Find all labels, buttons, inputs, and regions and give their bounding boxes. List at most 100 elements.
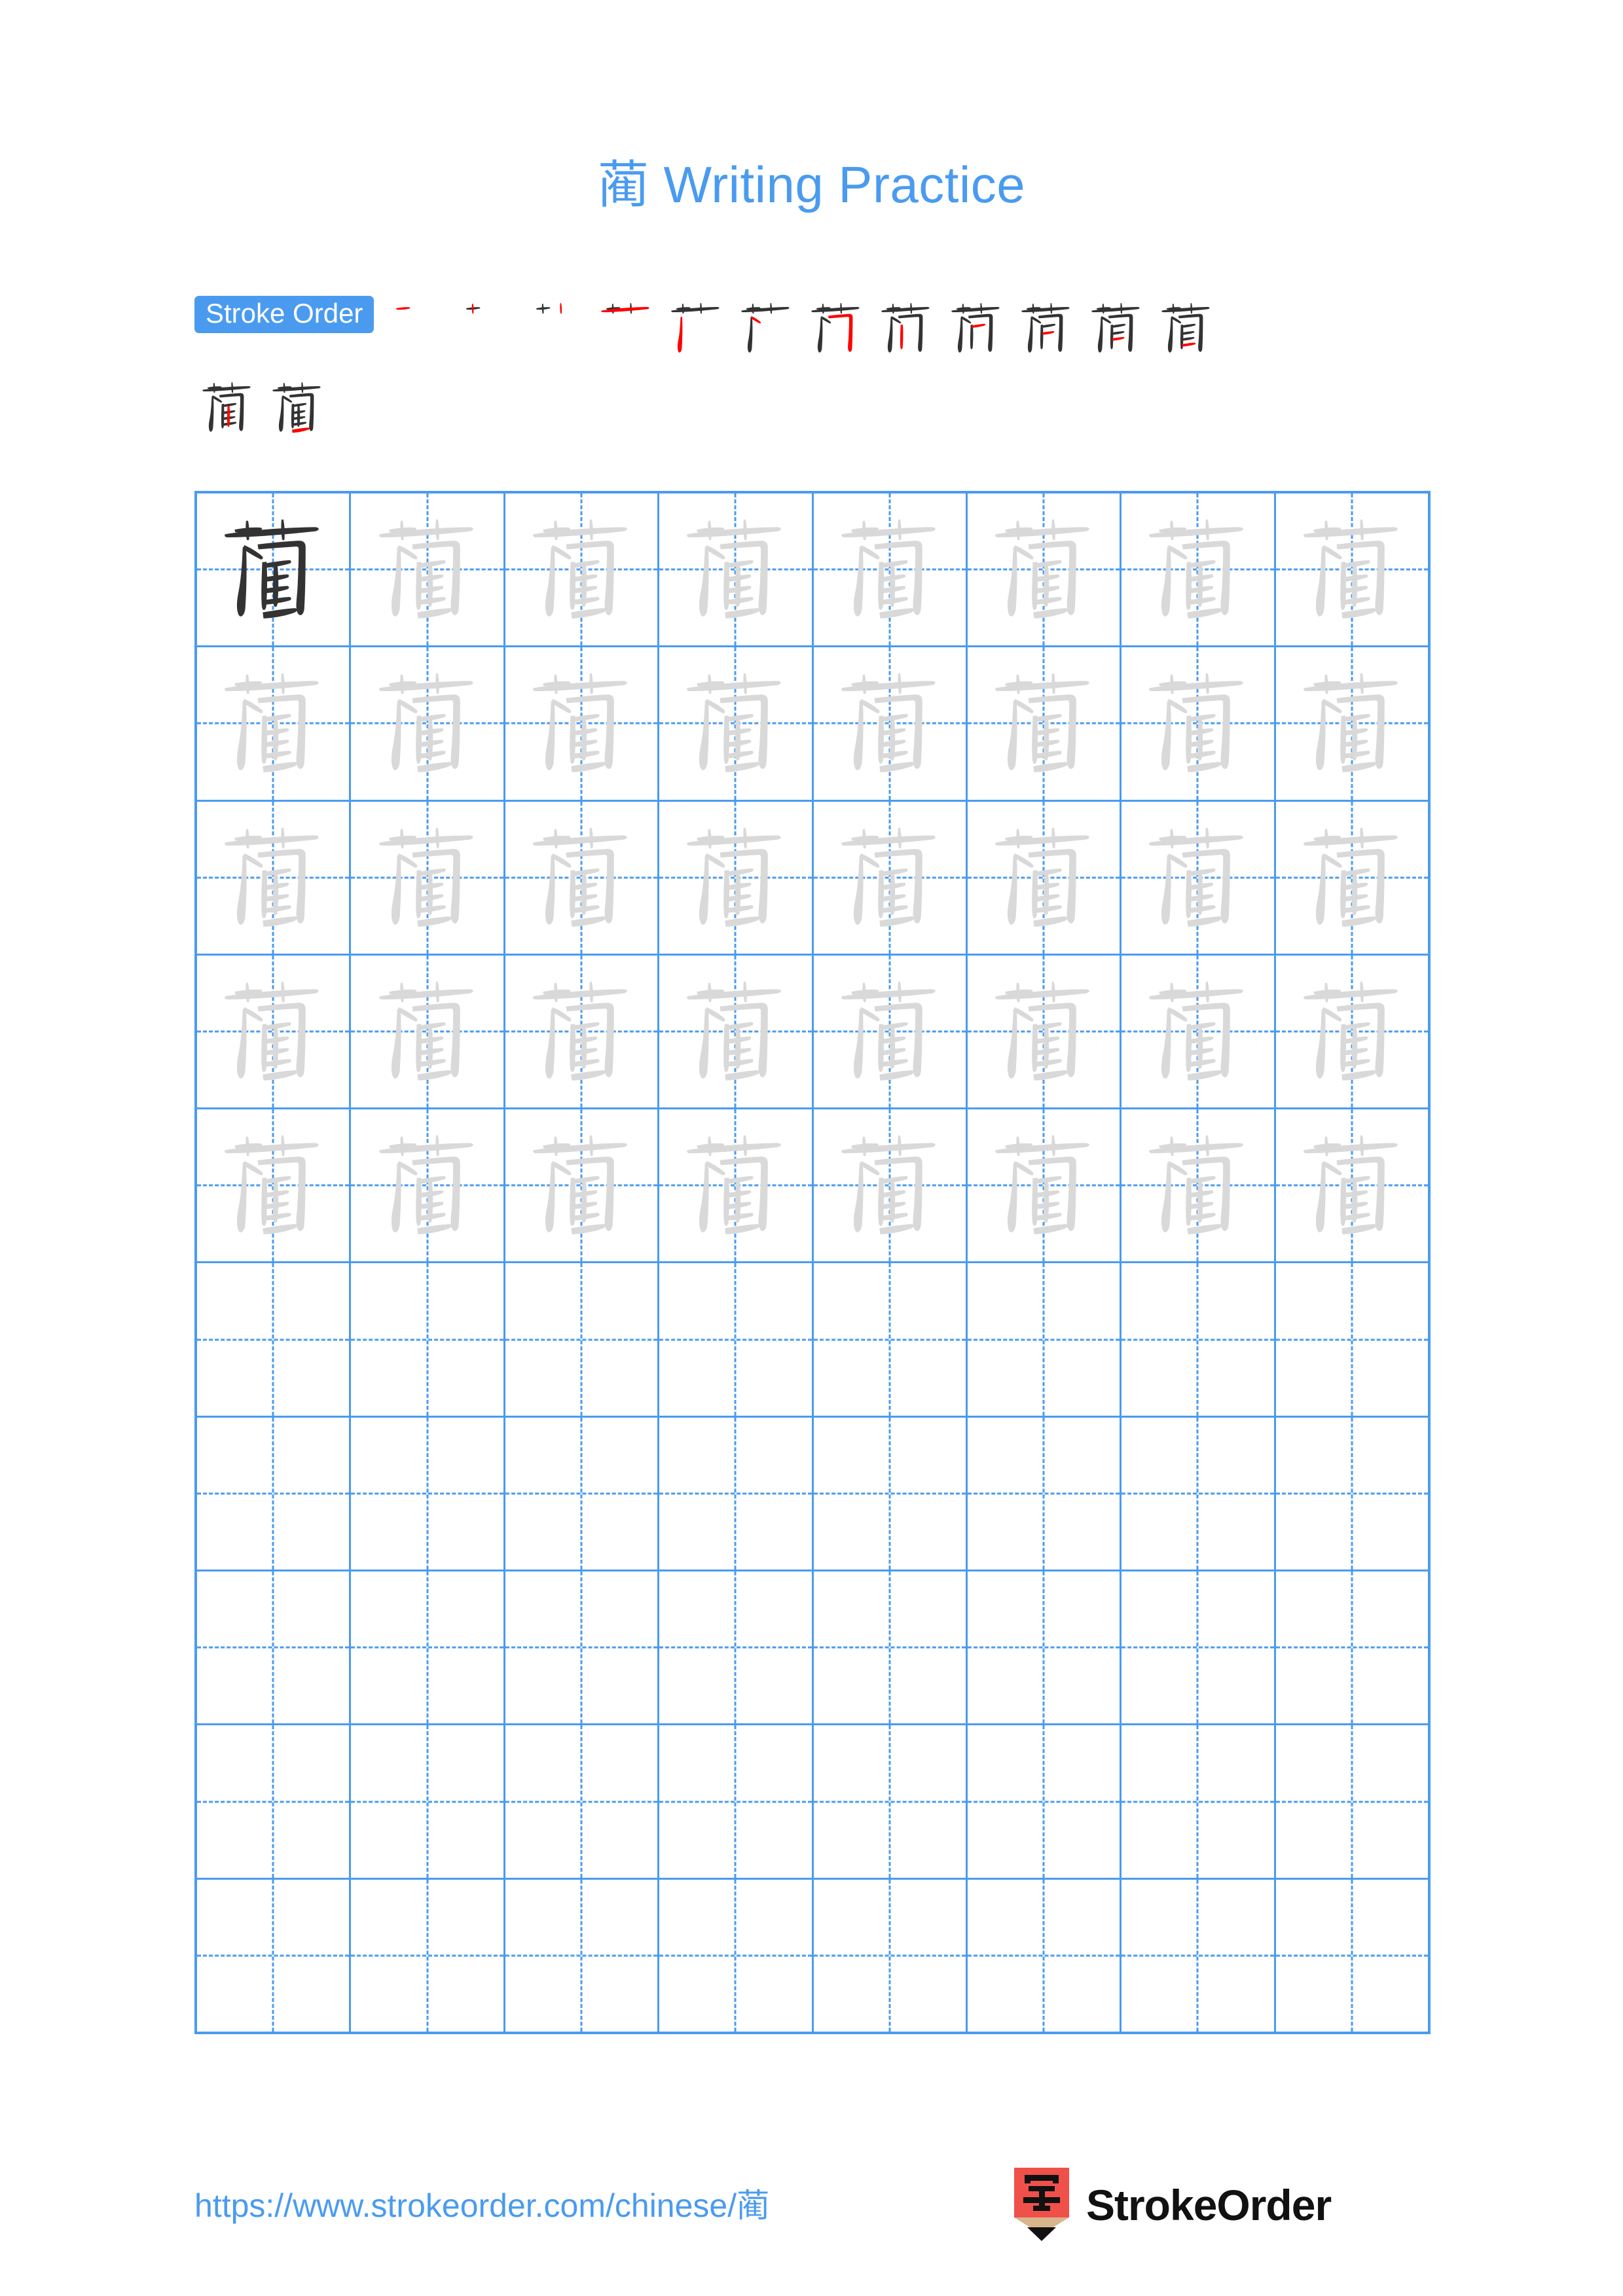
practice-cell-r7-c6[interactable] — [968, 1417, 1122, 1570]
practice-cell-r5-c8[interactable] — [1276, 1109, 1428, 1261]
practice-cell-r3-c7[interactable] — [1122, 801, 1276, 954]
grid-row-6 — [197, 1263, 1428, 1418]
practice-cell-r5-c1[interactable] — [197, 1109, 352, 1262]
practice-cell-r7-c7[interactable] — [1122, 1417, 1276, 1570]
footer-url[interactable]: https://www.strokeorder.com/chinese/蔺 — [194, 2179, 769, 2227]
practice-cell-r5-c6[interactable] — [968, 1109, 1122, 1262]
trace-character — [351, 802, 503, 954]
practice-cell-r10-c4[interactable] — [659, 1879, 814, 2032]
practice-cell-r6-c8[interactable] — [1276, 1263, 1428, 1415]
practice-cell-r1-c5[interactable] — [814, 493, 968, 646]
trace-character — [968, 802, 1120, 954]
practice-cell-r6-c3[interactable] — [505, 1263, 660, 1416]
practice-cell-r10-c8[interactable] — [1276, 1880, 1428, 2032]
practice-cell-r8-c2[interactable] — [351, 1571, 505, 1724]
trace-character — [505, 956, 657, 1107]
practice-cell-r9-c1[interactable] — [197, 1725, 352, 1878]
practice-cell-r3-c8[interactable] — [1276, 802, 1428, 954]
practice-cell-r10-c7[interactable] — [1122, 1879, 1276, 2032]
practice-cell-r2-c1[interactable] — [197, 647, 352, 800]
practice-cell-r9-c3[interactable] — [505, 1725, 660, 1878]
practice-cell-r5-c2[interactable] — [351, 1109, 505, 1262]
practice-cell-r10-c5[interactable] — [814, 1879, 968, 2032]
practice-cell-r4-c5[interactable] — [814, 955, 968, 1108]
grid-row-3 — [197, 801, 1428, 956]
practice-cell-r9-c2[interactable] — [351, 1725, 505, 1878]
practice-cell-r8-c7[interactable] — [1122, 1571, 1276, 1724]
practice-cell-r1-c6[interactable] — [968, 493, 1122, 646]
stroke-order-step-12 — [1154, 296, 1224, 366]
practice-cell-r3-c3[interactable] — [505, 801, 660, 954]
practice-cell-r9-c8[interactable] — [1276, 1725, 1428, 1877]
practice-cell-r3-c6[interactable] — [968, 801, 1122, 954]
practice-cell-r4-c2[interactable] — [351, 955, 505, 1108]
practice-cell-r6-c1[interactable] — [197, 1263, 352, 1416]
practice-cell-r1-c1[interactable] — [197, 493, 352, 646]
practice-cell-r4-c4[interactable] — [659, 955, 814, 1108]
trace-character — [505, 802, 657, 954]
practice-cell-r7-c8[interactable] — [1276, 1418, 1428, 1570]
practice-cell-r7-c1[interactable] — [197, 1417, 352, 1570]
practice-cell-r10-c3[interactable] — [505, 1879, 660, 2032]
practice-cell-r1-c3[interactable] — [505, 493, 660, 646]
practice-cell-r8-c1[interactable] — [197, 1571, 352, 1724]
practice-cell-r9-c5[interactable] — [814, 1725, 968, 1878]
practice-cell-r2-c5[interactable] — [814, 647, 968, 800]
practice-cell-r10-c6[interactable] — [968, 1879, 1122, 2032]
practice-cell-r9-c7[interactable] — [1122, 1725, 1276, 1878]
practice-cell-r6-c4[interactable] — [659, 1263, 814, 1416]
practice-cell-r7-c5[interactable] — [814, 1417, 968, 1570]
practice-cell-r2-c8[interactable] — [1276, 647, 1428, 799]
practice-cell-r6-c2[interactable] — [351, 1263, 505, 1416]
practice-cell-r8-c3[interactable] — [505, 1571, 660, 1724]
stroke-order-line-2 — [194, 375, 1432, 448]
practice-cell-r1-c7[interactable] — [1122, 493, 1276, 646]
trace-character — [1276, 493, 1428, 645]
practice-cell-r4-c7[interactable] — [1122, 955, 1276, 1108]
practice-cell-r5-c5[interactable] — [814, 1109, 968, 1262]
practice-cell-r2-c6[interactable] — [968, 647, 1122, 800]
practice-cell-r7-c4[interactable] — [659, 1417, 814, 1570]
practice-cell-r8-c6[interactable] — [968, 1571, 1122, 1724]
practice-cell-r6-c7[interactable] — [1122, 1263, 1276, 1416]
practice-cell-r3-c4[interactable] — [659, 801, 814, 954]
practice-cell-r4-c8[interactable] — [1276, 956, 1428, 1107]
practice-cell-r5-c7[interactable] — [1122, 1109, 1276, 1262]
practice-cell-r4-c1[interactable] — [197, 955, 352, 1108]
practice-cell-r9-c4[interactable] — [659, 1725, 814, 1878]
practice-cell-r5-c4[interactable] — [659, 1109, 814, 1262]
practice-cell-r4-c6[interactable] — [968, 955, 1122, 1108]
practice-cell-r6-c6[interactable] — [968, 1263, 1122, 1416]
trace-character — [197, 1109, 349, 1261]
model-character — [197, 493, 349, 645]
practice-cell-r3-c2[interactable] — [351, 801, 505, 954]
practice-cell-r7-c2[interactable] — [351, 1417, 505, 1570]
practice-cell-r3-c5[interactable] — [814, 801, 968, 954]
practice-cell-r7-c3[interactable] — [505, 1417, 660, 1570]
trace-character — [814, 647, 966, 799]
trace-character — [1122, 1109, 1273, 1261]
practice-cell-r2-c2[interactable] — [351, 647, 505, 800]
practice-cell-r8-c5[interactable] — [814, 1571, 968, 1724]
stroke-order-steps-row-2 — [194, 375, 335, 448]
stroke-order-step-2 — [453, 296, 523, 366]
practice-cell-r2-c3[interactable] — [505, 647, 660, 800]
practice-cell-r2-c4[interactable] — [659, 647, 814, 800]
practice-cell-r8-c4[interactable] — [659, 1571, 814, 1724]
practice-cell-r4-c3[interactable] — [505, 955, 660, 1108]
trace-character — [968, 647, 1120, 799]
practice-cell-r5-c3[interactable] — [505, 1109, 660, 1262]
practice-cell-r3-c1[interactable] — [197, 801, 352, 954]
practice-cell-r1-c4[interactable] — [659, 493, 814, 646]
practice-cell-r10-c1[interactable] — [197, 1879, 352, 2032]
practice-cell-r6-c5[interactable] — [814, 1263, 968, 1416]
grid-row-10 — [197, 1879, 1428, 2032]
footer-brand[interactable]: StrokeOrder — [1012, 2166, 1332, 2244]
trace-character — [505, 1109, 657, 1261]
practice-cell-r1-c8[interactable] — [1276, 493, 1428, 645]
practice-cell-r9-c6[interactable] — [968, 1725, 1122, 1878]
practice-cell-r8-c8[interactable] — [1276, 1571, 1428, 1723]
practice-cell-r10-c2[interactable] — [351, 1879, 505, 2032]
practice-cell-r2-c7[interactable] — [1122, 647, 1276, 800]
practice-cell-r1-c2[interactable] — [351, 493, 505, 646]
